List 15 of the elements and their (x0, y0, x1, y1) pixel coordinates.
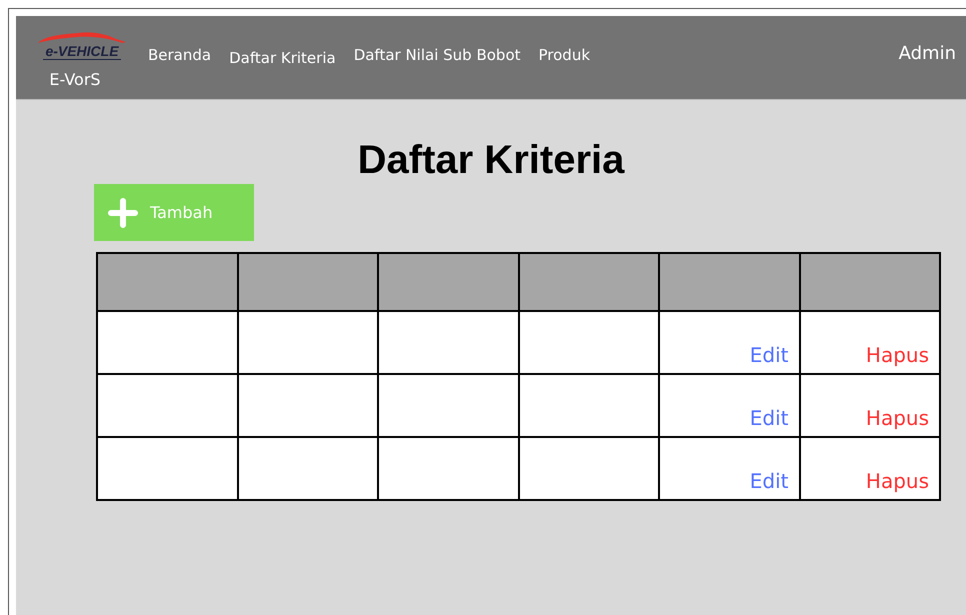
nav-link[interactable]: Produk (538, 46, 590, 67)
nav-link[interactable]: Beranda (148, 46, 212, 67)
brand-name: E-VorS (49, 70, 101, 89)
nav-link[interactable]: Daftar Kriteria (229, 49, 336, 67)
user-name[interactable]: Admin (898, 16, 956, 64)
edit-link[interactable]: Edit (750, 343, 788, 367)
delete-link[interactable]: Hapus (866, 343, 929, 367)
edit-link[interactable]: Edit (750, 469, 788, 493)
edit-link[interactable]: Edit (750, 406, 788, 430)
page-title: Daftar Kriteria (356, 137, 626, 184)
delete-link[interactable]: Hapus (866, 406, 929, 430)
nav-link[interactable]: Daftar Nilai Sub Bobot (354, 46, 521, 67)
plus-icon (108, 198, 138, 228)
logo-text: e-VEHICLE (43, 44, 121, 60)
delete-link[interactable]: Hapus (866, 469, 929, 493)
